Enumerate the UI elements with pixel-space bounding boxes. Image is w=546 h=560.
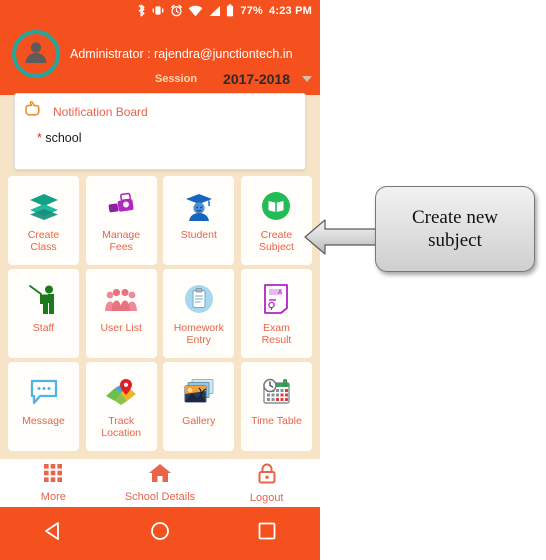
bullet-star: *	[37, 131, 42, 145]
tile-gallery[interactable]: Gallery	[163, 362, 235, 451]
annotation-text: Create new subject	[412, 207, 498, 251]
tile-exam-result[interactable]: A Exam Result	[240, 269, 312, 358]
alarm-icon	[170, 4, 183, 17]
layers-icon	[28, 189, 60, 223]
graduate-icon	[183, 189, 215, 223]
money-icon	[105, 189, 137, 223]
tile-manage-fees[interactable]: Manage Fees	[85, 176, 157, 265]
tile-label: Homework Entry	[173, 322, 224, 346]
tile-label: Create Class	[27, 229, 60, 253]
user-avatar-icon	[21, 37, 51, 72]
pointing-hand-icon	[23, 100, 41, 123]
grid-menu-icon	[43, 463, 63, 488]
lock-icon	[257, 463, 277, 489]
home-icon	[148, 463, 172, 488]
circle-home-icon[interactable]	[149, 520, 171, 547]
clock-time: 4:23 PM	[269, 4, 312, 17]
notification-board-card[interactable]: Notification Board * school	[14, 93, 306, 170]
triangle-back-icon[interactable]	[42, 520, 64, 547]
people-group-icon	[104, 282, 138, 316]
tile-track-location[interactable]: Track Location	[85, 362, 157, 451]
chevron-down-icon[interactable]	[302, 76, 312, 82]
app-header: Administrator : rajendra@junctiontech.in…	[0, 21, 320, 95]
session-label: Session	[154, 73, 198, 85]
bottom-item-more[interactable]: More	[0, 463, 107, 503]
calendar-clock-icon	[260, 375, 292, 409]
chat-bubble-icon	[28, 375, 60, 409]
phone-screen: 77% 4:23 PM Administrator : rajendra@jun…	[0, 0, 320, 560]
tile-user-list[interactable]: User List	[85, 269, 157, 358]
exam-paper-icon: A	[263, 282, 289, 316]
tile-homework-entry[interactable]: Homework Entry	[163, 269, 235, 358]
tile-label: Message	[22, 415, 65, 427]
annotation-callout: Create new subject	[375, 186, 535, 272]
admin-email-text: Administrator : rajendra@junctiontech.in	[70, 47, 293, 61]
notification-header: Notification Board	[15, 94, 305, 123]
session-selector[interactable]: Session 2017-2018	[155, 71, 312, 87]
vibrate-icon	[151, 4, 165, 17]
grid-row: Message Track Location Gallery Time Tabl…	[8, 362, 312, 451]
tile-student[interactable]: Student	[163, 176, 235, 265]
notification-item-text: school	[45, 131, 82, 145]
menu-grid: Create Class Manage Fees Student Create …	[0, 176, 320, 455]
tile-time-table[interactable]: Time Table	[240, 362, 312, 451]
square-recents-icon[interactable]	[256, 520, 278, 547]
tile-create-class[interactable]: Create Class	[8, 176, 79, 265]
battery-icon	[226, 4, 234, 17]
tile-message[interactable]: Message	[8, 362, 79, 451]
bottom-item-label: Logout	[249, 491, 284, 504]
notification-item: * school	[15, 123, 305, 145]
left-arrow-icon	[303, 213, 381, 266]
bluetooth-icon	[137, 4, 146, 17]
session-value: 2017-2018	[223, 71, 290, 87]
tile-staff[interactable]: Staff	[8, 269, 79, 358]
tile-create-subject[interactable]: Create Subject	[240, 176, 312, 265]
book-circle-icon	[261, 189, 291, 223]
tile-label: Track Location	[101, 415, 141, 439]
tile-label: Exam Result	[261, 322, 292, 346]
teacher-icon	[28, 282, 60, 316]
wifi-icon	[188, 5, 203, 17]
tile-label: Time Table	[251, 415, 302, 427]
status-bar: 77% 4:23 PM	[0, 0, 320, 21]
avatar[interactable]	[12, 30, 60, 78]
bottom-nav-bar: More School Details Logout	[0, 459, 320, 507]
notification-board-title: Notification Board	[53, 104, 148, 119]
bottom-item-school-details[interactable]: School Details	[107, 463, 214, 503]
clipboard-icon	[184, 282, 214, 316]
grid-row: Create Class Manage Fees Student Create …	[8, 176, 312, 265]
bottom-item-label: School Details	[124, 491, 196, 503]
tile-label: Student	[180, 229, 217, 241]
tile-label: User List	[100, 322, 142, 334]
android-nav-bar	[0, 507, 320, 560]
tile-label: Gallery	[182, 415, 216, 427]
battery-percent: 77%	[240, 4, 264, 17]
tile-label: Manage Fees	[102, 229, 141, 253]
tile-label: Staff	[32, 322, 55, 334]
bottom-item-label: More	[40, 491, 66, 503]
map-pin-icon	[104, 375, 138, 409]
bottom-item-logout[interactable]: Logout	[213, 463, 320, 504]
photo-icon	[183, 375, 215, 409]
grid-row: Staff User List Homework Entry A Exam Re…	[8, 269, 312, 358]
signal-icon	[208, 5, 221, 17]
tile-label: Create Subject	[258, 229, 294, 253]
